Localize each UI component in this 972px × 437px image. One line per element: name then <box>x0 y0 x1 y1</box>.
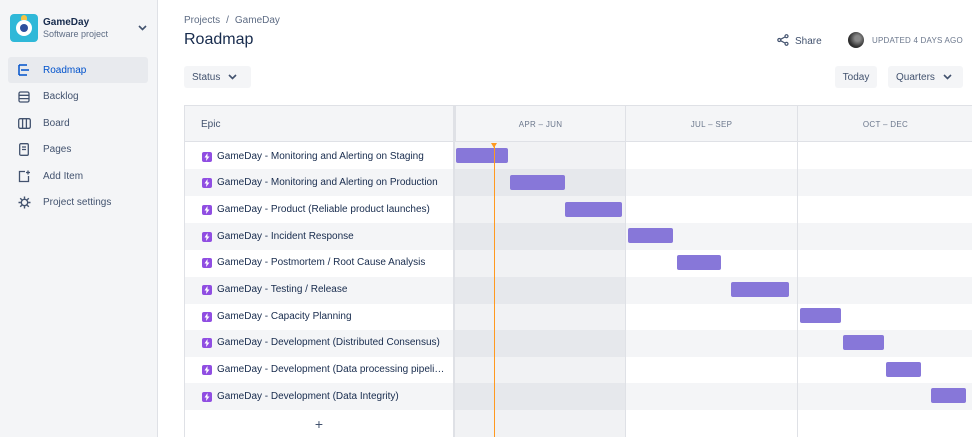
epic-row[interactable]: GameDay - Testing / Release <box>185 276 972 303</box>
updated-label: UPDATED 4 DAYS AGO <box>872 35 963 45</box>
chevron-down-icon[interactable] <box>136 22 148 34</box>
project-name: GameDay <box>43 16 90 28</box>
epic-row[interactable]: GameDay - Development (Data processing p… <box>185 356 972 383</box>
quarter-header-q3: JUL – SEP <box>625 106 797 142</box>
sidebar-item-label: Add Item <box>43 170 84 182</box>
epic-icon <box>202 232 212 242</box>
epic-title[interactable]: GameDay - Product (Reliable product laun… <box>217 204 445 215</box>
share-icon <box>777 33 789 49</box>
sidebar-item-backlog[interactable]: Backlog <box>8 84 148 110</box>
sidebar-item-add-item[interactable]: Add Item <box>8 163 148 189</box>
gear-icon <box>17 196 31 210</box>
board-icon <box>17 116 31 130</box>
epic-row[interactable]: GameDay - Development (Data Integrity) <box>185 383 972 410</box>
add-item-icon <box>17 169 31 183</box>
epic-title[interactable]: GameDay - Development (Data processing p… <box>217 364 445 375</box>
today-marker-line <box>494 143 495 437</box>
sidebar-item-label: Backlog <box>43 91 79 103</box>
timescale-select[interactable]: Quarters <box>888 66 963 88</box>
updated-status: UPDATED 4 DAYS AGO <box>848 32 963 48</box>
epic-row[interactable]: GameDay - Postmortem / Root Cause Analys… <box>185 249 972 276</box>
pages-icon <box>17 143 31 157</box>
epic-row[interactable]: GameDay - Incident Response <box>185 223 972 250</box>
epic-title[interactable]: GameDay - Capacity Planning <box>217 311 445 322</box>
sidebar-nav: Roadmap Backlog Board Pages Add Item Pro… <box>8 57 148 217</box>
roadmap-icon <box>17 63 31 77</box>
sidebar: GameDay Software project Roadmap Backlog <box>0 0 158 437</box>
roadmap-header: Epic APR – JUN JUL – SEP OCT – DEC <box>185 106 972 142</box>
epic-icon <box>202 178 212 188</box>
breadcrumb-projects-link[interactable]: Projects <box>184 15 220 26</box>
add-epic-button[interactable]: + <box>185 409 453 437</box>
epic-icon <box>202 152 212 162</box>
epic-timeline-bar[interactable] <box>931 388 966 403</box>
epic-icon <box>202 338 212 348</box>
epic-title[interactable]: GameDay - Postmortem / Root Cause Analys… <box>217 257 445 268</box>
share-label: Share <box>795 35 822 47</box>
epic-timeline-bar[interactable] <box>677 255 721 270</box>
backlog-icon <box>17 90 31 104</box>
project-type: Software project <box>43 28 109 39</box>
epic-title[interactable]: GameDay - Monitoring and Alerting on Pro… <box>217 177 445 188</box>
sidebar-item-roadmap[interactable]: Roadmap <box>8 57 148 83</box>
epic-timeline-bar[interactable] <box>565 202 622 217</box>
sidebar-item-project-settings[interactable]: Project settings <box>8 190 148 216</box>
epic-icon <box>202 258 212 268</box>
epic-row[interactable]: GameDay - Monitoring and Alerting on Sta… <box>185 143 972 170</box>
epic-row[interactable]: GameDay - Capacity Planning <box>185 303 972 330</box>
project-avatar <box>10 14 38 42</box>
epic-timeline-bar[interactable] <box>800 308 841 323</box>
epic-timeline-bar[interactable] <box>628 228 673 243</box>
epic-icon <box>202 312 212 322</box>
epic-title[interactable]: GameDay - Development (Data Integrity) <box>217 391 445 402</box>
epic-icon <box>202 205 212 215</box>
share-button[interactable]: Share <box>777 33 822 49</box>
sidebar-item-label: Project settings <box>43 197 112 209</box>
breadcrumb-separator: / <box>226 15 229 26</box>
quarter-header-q2: APR – JUN <box>455 106 625 142</box>
epic-icon <box>202 285 212 295</box>
status-label: Status <box>192 71 221 83</box>
epic-icon <box>202 392 212 402</box>
add-epic-label: + <box>314 415 324 432</box>
sidebar-item-board[interactable]: Board <box>8 110 148 136</box>
epic-timeline-bar[interactable] <box>843 335 884 350</box>
project-switcher[interactable]: GameDay Software project <box>10 13 148 43</box>
chevron-down-icon <box>943 72 952 83</box>
epic-timeline-bar[interactable] <box>510 175 565 190</box>
epic-icon <box>202 365 212 375</box>
epic-timeline-bar[interactable] <box>886 362 921 377</box>
epic-title[interactable]: GameDay - Testing / Release <box>217 284 445 295</box>
status-filter-button[interactable]: Status <box>184 66 251 88</box>
sidebar-item-pages[interactable]: Pages <box>8 137 148 163</box>
quarters-label: Quarters <box>896 71 935 83</box>
quarter-header-q4: OCT – DEC <box>797 106 972 142</box>
breadcrumb: Projects / GameDay <box>184 15 280 26</box>
epic-title[interactable]: GameDay - Monitoring and Alerting on Sta… <box>217 151 445 162</box>
today-label: Today <box>842 71 870 83</box>
today-button[interactable]: Today <box>835 66 877 88</box>
sidebar-item-label: Pages <box>43 144 72 156</box>
roadmap-grid: Epic APR – JUN JUL – SEP OCT – DEC GameD… <box>184 105 972 437</box>
page-title: Roadmap <box>184 31 254 48</box>
sidebar-item-label: Board <box>43 117 70 129</box>
epic-timeline-bar[interactable] <box>731 282 789 297</box>
epic-row[interactable]: GameDay - Monitoring and Alerting on Pro… <box>185 169 972 196</box>
chevron-down-icon <box>228 72 237 83</box>
app-window: GameDay Software project Roadmap Backlog <box>0 0 972 437</box>
epic-title[interactable]: GameDay - Development (Distributed Conse… <box>217 337 445 348</box>
epic-title[interactable]: GameDay - Incident Response <box>217 231 445 242</box>
epic-timeline-bar[interactable] <box>456 148 508 163</box>
sidebar-item-label: Roadmap <box>43 64 87 76</box>
epic-column-header: Epic <box>201 119 221 130</box>
today-marker <box>491 143 497 148</box>
avatar[interactable] <box>848 32 864 48</box>
breadcrumb-current-link[interactable]: GameDay <box>235 15 280 26</box>
